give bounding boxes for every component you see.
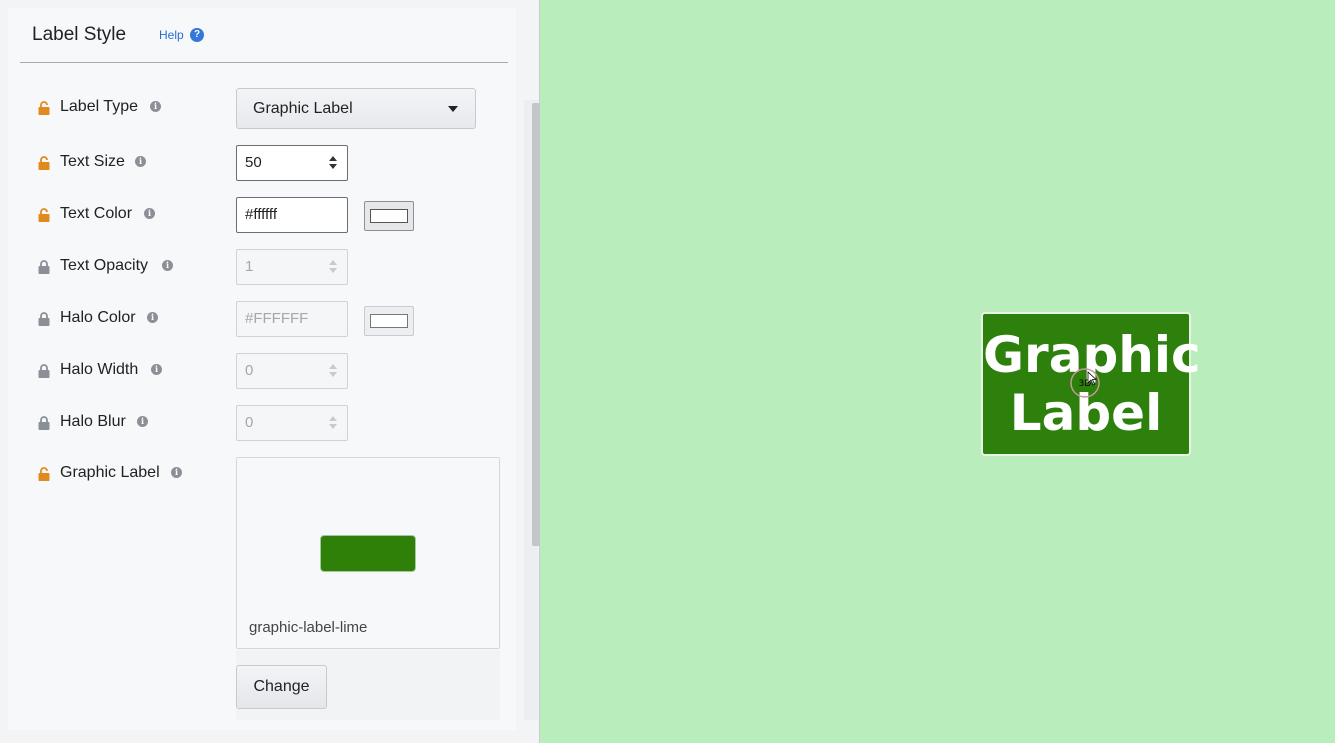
info-icon[interactable]: i xyxy=(137,416,148,427)
rotate-3d-cursor-icon: 3D xyxy=(1070,368,1100,398)
halo-color-input[interactable]: #FFFFFF xyxy=(236,301,348,337)
graphic-label-preview[interactable]: graphic-label-lime xyxy=(236,457,500,649)
lock-open-icon[interactable] xyxy=(37,156,51,170)
field-label: Text Opacity xyxy=(60,257,149,274)
info-icon[interactable]: i xyxy=(171,467,182,478)
info-icon[interactable]: i xyxy=(150,101,161,112)
field-label: Label Type xyxy=(60,98,138,115)
change-button[interactable]: Change xyxy=(236,665,327,709)
select-value: Graphic Label xyxy=(253,100,353,117)
field-label: Text Color xyxy=(60,205,133,222)
lock-open-icon[interactable] xyxy=(37,101,51,115)
swatch-color xyxy=(370,209,408,223)
spinner-icon[interactable] xyxy=(329,416,337,430)
input-value: 0 xyxy=(245,414,254,431)
map-canvas[interactable]: Graphic Label 3D xyxy=(541,0,1335,743)
graphic-label-name: graphic-label-lime xyxy=(249,619,368,636)
field-label: Graphic Label xyxy=(60,464,160,481)
field-label: Halo Blur xyxy=(60,413,126,430)
halo-blur-input[interactable]: 0 xyxy=(236,405,348,441)
lock-closed-icon[interactable] xyxy=(37,416,51,430)
text-color-swatch[interactable] xyxy=(364,201,414,231)
spinner-icon[interactable] xyxy=(329,364,337,378)
input-value: 50 xyxy=(245,154,262,171)
input-value: 1 xyxy=(245,258,254,275)
spinner-icon[interactable] xyxy=(329,156,337,170)
page-title: Label Style xyxy=(32,24,127,45)
swatch-color xyxy=(370,314,408,328)
lock-closed-icon[interactable] xyxy=(37,312,51,326)
panel-header: Label Style Help ? xyxy=(20,8,508,63)
input-value: #FFFFFF xyxy=(245,310,309,327)
text-size-input[interactable]: 50 xyxy=(236,145,348,181)
question-circle-icon[interactable]: ? xyxy=(190,28,204,42)
lock-open-icon[interactable] xyxy=(37,208,51,222)
preview-area xyxy=(237,458,499,608)
input-value: 0 xyxy=(245,362,254,379)
text-opacity-input[interactable]: 1 xyxy=(236,249,348,285)
info-icon[interactable]: i xyxy=(162,260,173,271)
halo-color-swatch[interactable] xyxy=(364,306,414,336)
info-icon[interactable]: i xyxy=(144,208,155,219)
info-icon[interactable]: i xyxy=(135,156,146,167)
field-label: Halo Width xyxy=(60,361,139,378)
spinner-icon[interactable] xyxy=(329,260,337,274)
text-color-input[interactable]: #ffffff xyxy=(236,197,348,233)
scrollbar-thumb[interactable] xyxy=(532,103,540,546)
lock-open-icon[interactable] xyxy=(37,467,51,481)
chevron-down-icon xyxy=(448,106,458,112)
label-type-select[interactable]: Graphic Label xyxy=(236,88,476,129)
lock-closed-icon[interactable] xyxy=(37,364,51,378)
label-style-panel: Label Style Help ? Label Type i Graphic … xyxy=(0,0,540,743)
info-icon[interactable]: i xyxy=(147,312,158,323)
halo-width-input[interactable]: 0 xyxy=(236,353,348,389)
field-label: Halo Color xyxy=(60,309,136,326)
input-value: #ffffff xyxy=(245,206,277,223)
help-link[interactable]: Help xyxy=(159,28,184,42)
field-label: Text Size xyxy=(60,153,125,170)
lock-closed-icon[interactable] xyxy=(37,260,51,274)
info-icon[interactable]: i xyxy=(151,364,162,375)
graphic-label-thumbnail xyxy=(320,535,416,572)
